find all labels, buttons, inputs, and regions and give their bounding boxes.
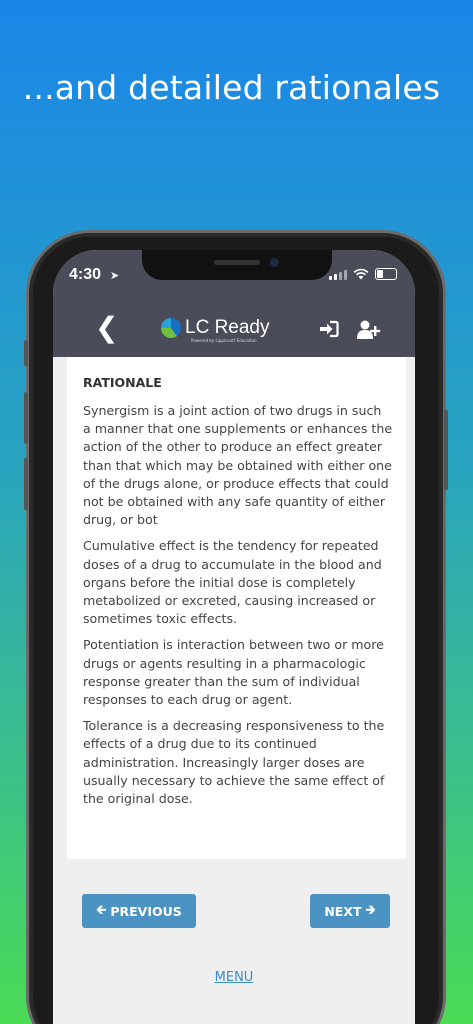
logo-text: LC Ready [185,317,270,338]
location-arrow-icon: ➤ [110,269,120,282]
speaker-grille [214,260,260,265]
logo-subtext: Powered by Lippincott Education [191,338,257,343]
phone-screen: 4:30 ➤ ❮ LC Ready Powered by Lippincott … [53,250,415,1024]
logo-mark-icon [161,318,181,338]
app-navbar: ❮ LC Ready Powered by Lippincott Educati… [53,302,415,357]
promo-headline: ...and detailed rationales [22,68,441,107]
wifi-icon [353,268,369,280]
chevron-left-icon: ❮ [95,311,119,344]
app-logo: LC Ready Powered by Lippincott Education [161,317,270,343]
back-button[interactable]: ❮ [95,314,118,342]
user-plus-icon [357,320,381,339]
previous-button-label: PREVIOUS [110,903,182,919]
rationale-paragraph: Cumulative effect is the tendency for re… [83,538,382,627]
rationale-title: RATIONALE [83,375,162,390]
phone-side-button-silent [24,340,28,366]
rationale-paragraph: Tolerance is a decreasing responsiveness… [83,718,385,807]
rationale-paragraph: Synergism is a joint action of two drugs… [83,403,393,528]
arrow-right-icon: 🡲 [365,901,376,917]
add-user-button[interactable] [357,320,381,344]
previous-button[interactable]: 🡰 PREVIOUS [82,894,196,928]
status-bar: 4:30 ➤ [53,250,415,302]
phone-notch [142,250,332,280]
sign-in-icon [320,320,339,338]
next-button-label: NEXT [324,903,362,919]
phone-side-button-power [444,410,448,490]
status-time: 4:30 [69,266,102,283]
status-icons [329,268,397,280]
arrow-left-icon: 🡰 [96,901,107,917]
rationale-body: Synergism is a joint action of two drugs… [83,402,393,816]
phone-side-button-volume-up [24,392,28,444]
sign-in-button[interactable] [319,320,339,342]
cellular-signal-icon [329,270,347,280]
front-camera [270,258,279,267]
rationale-card: RATIONALE Synergism is a joint action of… [67,357,406,859]
menu-link[interactable]: MENU [53,970,415,985]
phone-side-button-volume-down [24,458,28,510]
rationale-paragraph: Potentiation is interaction between two … [83,637,384,708]
battery-icon [375,268,397,280]
next-button[interactable]: NEXT 🡲 [310,894,390,928]
